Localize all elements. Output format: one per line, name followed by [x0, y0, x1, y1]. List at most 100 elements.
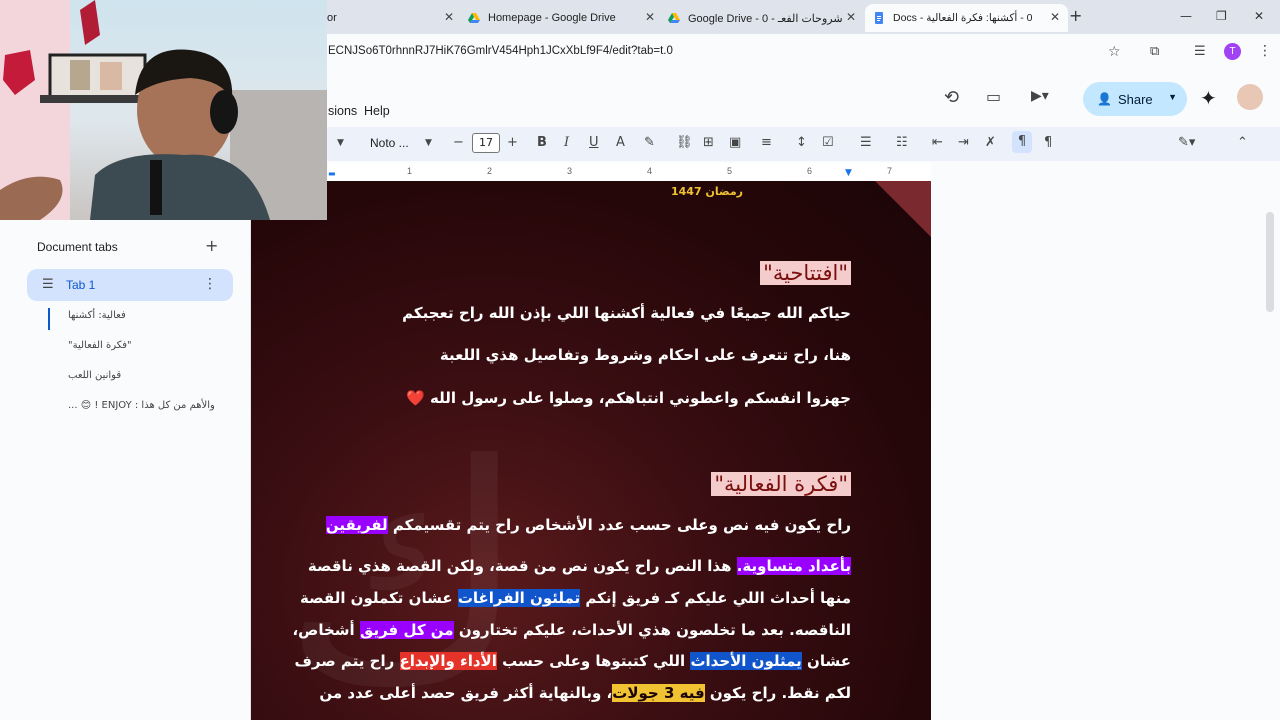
italic-button[interactable]: I [564, 135, 569, 150]
ruler-number: 1 [407, 166, 413, 176]
browser-tab[interactable]: Homepage - Google Drive ✕ [468, 4, 663, 32]
font-family-select[interactable]: Noto ... [370, 136, 409, 150]
document-icon: ☰ [42, 277, 54, 292]
text-run: راح يتم صرف [294, 652, 395, 670]
highlighted-text: من كل فريق [359, 621, 454, 639]
share-label: Share [1117, 91, 1153, 107]
outline-item[interactable]: والأهم من كل هذا : ENJOY ! 😊 ... [68, 400, 215, 411]
minimize-button[interactable]: — [1180, 9, 1192, 23]
close-icon[interactable]: ✕ [1050, 10, 1060, 24]
font-size-input[interactable]: 17 [472, 133, 500, 153]
close-icon[interactable]: ✕ [444, 10, 454, 24]
outline-item[interactable]: قوانين اللعب [68, 370, 121, 381]
menu-extensions[interactable]: sions [328, 104, 357, 118]
rtl-text-icon[interactable]: ¶ [1012, 131, 1032, 153]
underline-button[interactable]: U [589, 135, 599, 150]
ruler-number: 4 [647, 166, 653, 176]
editing-mode-icon[interactable]: ✎▾ [1178, 135, 1195, 150]
gemini-icon[interactable]: ✦ [1200, 86, 1217, 110]
google-drive-icon [668, 12, 680, 24]
idea-line-5: عشان يمثلون الأحداث اللي كتبتوها وعلى حس… [294, 652, 851, 670]
numbered-list-icon[interactable]: ☷ [896, 135, 908, 150]
profile-avatar[interactable]: T [1224, 43, 1241, 60]
checklist-icon[interactable]: ☑ [822, 135, 834, 150]
idea-line-3: منها أحداث اللي عليكم كـ فريق إنكم تملئو… [300, 589, 851, 607]
insert-image-icon[interactable]: ▣ [729, 135, 741, 150]
new-tab-button[interactable]: + [1069, 6, 1082, 25]
user-avatar[interactable] [1237, 84, 1263, 110]
idea-line-4: الناقصه. بعد ما تخلصون هذي الأحداث، عليك… [292, 621, 851, 639]
browser-tab-active[interactable]: 0 - أكشنها: فكرة الفعالية - Docs ✕ [865, 4, 1068, 32]
comments-icon[interactable]: ▭ [986, 87, 1001, 106]
chevron-down-icon[interactable]: ▼ [337, 138, 344, 148]
text-run: عشان [807, 652, 851, 670]
decrease-indent-icon[interactable]: ⇤ [932, 135, 943, 150]
ruler-number: 6 [807, 166, 813, 176]
tab-options-icon[interactable]: ⋮ [203, 276, 217, 292]
close-icon[interactable]: ✕ [846, 10, 856, 24]
highlighted-text: الأداء والإبداع [399, 652, 497, 670]
highlight-pen-icon[interactable]: ✎ [644, 135, 655, 150]
increase-font-size-button[interactable]: + [507, 135, 518, 150]
increase-indent-icon[interactable]: ⇥ [958, 135, 969, 150]
text-run: لكم نقط. راح يكون [709, 684, 851, 702]
line-spacing-icon[interactable]: ↕ [796, 135, 807, 150]
window-close-button[interactable]: ✕ [1254, 9, 1264, 23]
document-outline-panel: Document tabs + ☰ Tab 1 ⋮ فعالية: أكشنها… [0, 220, 251, 720]
meet-icon[interactable]: ▶▾ [1031, 88, 1049, 104]
clear-formatting-icon[interactable]: ✗ [985, 135, 996, 150]
ruler-number: 3 [567, 166, 573, 176]
google-docs-icon [873, 12, 885, 24]
text-run: ، وبالنهاية أكثر فريق حصد أعلى عدد من [319, 684, 613, 702]
browser-tab[interactable]: or ✕ [327, 4, 462, 32]
maximize-button[interactable]: ❐ [1216, 9, 1227, 23]
webcam-overlay [0, 0, 327, 220]
add-tab-button[interactable]: + [205, 236, 218, 255]
reading-list-icon[interactable]: ☰ [1194, 44, 1206, 59]
right-indent-marker[interactable]: ▼ [845, 168, 852, 178]
document-tabs-title: Document tabs [37, 240, 118, 254]
bold-button[interactable]: B [537, 135, 547, 150]
vertical-scrollbar[interactable] [1266, 212, 1274, 312]
close-icon[interactable]: ✕ [645, 10, 655, 24]
url-text[interactable]: ECNJSo6T0rhnnRJ7HiK76GmlrV454Hph1JCxXbLf… [328, 45, 673, 57]
menu-help[interactable]: Help [364, 104, 390, 118]
text-run: هذا النص راح يكون نص من قصة، ولكن القصة … [307, 557, 737, 575]
chevron-down-icon[interactable]: ▼ [1168, 92, 1177, 102]
tab-1[interactable]: ☰ Tab 1 ⋮ [27, 269, 233, 301]
share-button[interactable]: 👤 Share ▼ [1083, 82, 1187, 116]
text-color-icon[interactable]: A [616, 135, 625, 150]
highlighted-text: بأعداد متساوية. [736, 557, 851, 575]
collapse-menus-icon[interactable]: ⌃ [1237, 135, 1248, 150]
page-corner-decoration [875, 181, 931, 237]
idea-line-2: بأعداد متساوية. هذا النص راح يكون نص من … [308, 557, 851, 575]
tab-title: 0 - أكشنها: فكرة الفعالية - Docs [893, 12, 1033, 24]
extensions-icon[interactable]: ⧉ [1150, 44, 1159, 59]
person-icon: 👤 [1097, 92, 1112, 106]
ltr-text-icon[interactable]: ¶ [1044, 135, 1052, 150]
bulleted-list-icon[interactable]: ☰ [860, 135, 872, 150]
google-drive-icon [468, 12, 480, 24]
intro-line-3: جهزوا انفسكم واعطوني انتباهكم، وصلوا على… [406, 389, 851, 407]
outline-item[interactable]: فعالية: أكشنها [68, 310, 126, 321]
document-page[interactable]: ﻙ رمضان 1447 "افتتاحية" حياكم الله جميعً… [251, 181, 931, 720]
webcam-video [0, 0, 327, 220]
version-history-icon[interactable]: ⟲ [944, 87, 959, 108]
chevron-down-icon[interactable]: ▼ [425, 138, 432, 148]
align-icon[interactable]: ≡ [761, 135, 772, 150]
decrease-font-size-button[interactable]: − [453, 135, 464, 150]
tab-title: شروحات الفعـ - 0 - Google Drive [688, 12, 843, 25]
ruler-number: 5 [727, 166, 733, 176]
heading-idea: "فكرة الفعالية" [711, 472, 851, 496]
browser-tab[interactable]: شروحات الفعـ - 0 - Google Drive ✕ [668, 4, 864, 32]
outline-item[interactable]: "فكرة الفعالية" [68, 340, 132, 351]
link-icon[interactable]: ⛓ [676, 135, 693, 150]
ruler-number: 7 [887, 166, 893, 176]
ramadan-subtitle: رمضان 1447 [671, 185, 743, 198]
more-options-icon[interactable]: ⋮ [1258, 43, 1272, 59]
highlighted-text: تملئون الفراغات [457, 589, 581, 607]
highlighted-text: لفريقين [325, 516, 388, 534]
left-indent-marker[interactable]: ▬ [328, 169, 336, 178]
add-comment-icon[interactable]: ⊞ [703, 135, 714, 150]
bookmark-star-icon[interactable]: ☆ [1108, 44, 1121, 60]
